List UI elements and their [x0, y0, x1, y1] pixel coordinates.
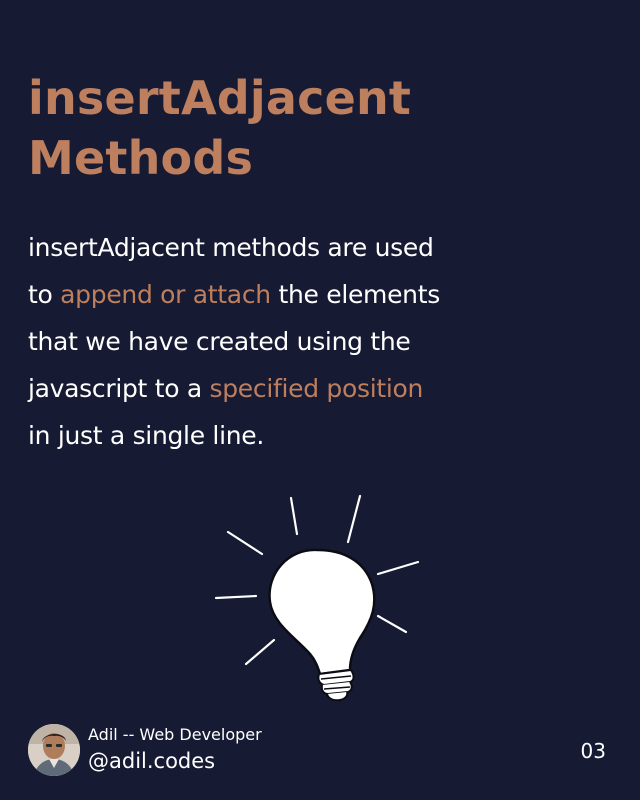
description-line-2: to append or attach the elements	[28, 271, 618, 318]
lightbulb-icon	[214, 494, 420, 702]
description-line-5: in just a single line.	[28, 412, 618, 459]
description-text: in just a single line.	[28, 421, 264, 450]
description-text: the elements	[270, 280, 440, 309]
description-text: insertAdjacent methods are used	[28, 233, 434, 262]
description-line-3: that we have created using the	[28, 318, 618, 365]
description-paragraph: insertAdjacent methods are used to appen…	[28, 224, 618, 459]
page-title: insertAdjacent Methods	[28, 68, 608, 188]
description-line-4: javascript to a specified position	[28, 365, 618, 412]
description-line-1: insertAdjacent methods are used	[28, 224, 618, 271]
avatar-portrait-icon	[28, 724, 80, 776]
page-number: 03	[580, 739, 606, 763]
title-line-2: Methods	[28, 131, 254, 185]
title-line-1: insertAdjacent	[28, 71, 412, 125]
highlight-specified-position: specified position	[209, 374, 424, 403]
author-role: Adil -- Web Developer	[88, 725, 262, 744]
description-text: javascript to a	[28, 374, 210, 403]
highlight-append-attach: append or attach	[60, 280, 271, 309]
slide: insertAdjacent Methods insertAdjacent me…	[0, 0, 640, 800]
description-text: that we have created using the	[28, 327, 411, 356]
description-text: to	[28, 280, 61, 309]
avatar	[28, 724, 80, 776]
author-handle: @adil.codes	[88, 749, 216, 773]
